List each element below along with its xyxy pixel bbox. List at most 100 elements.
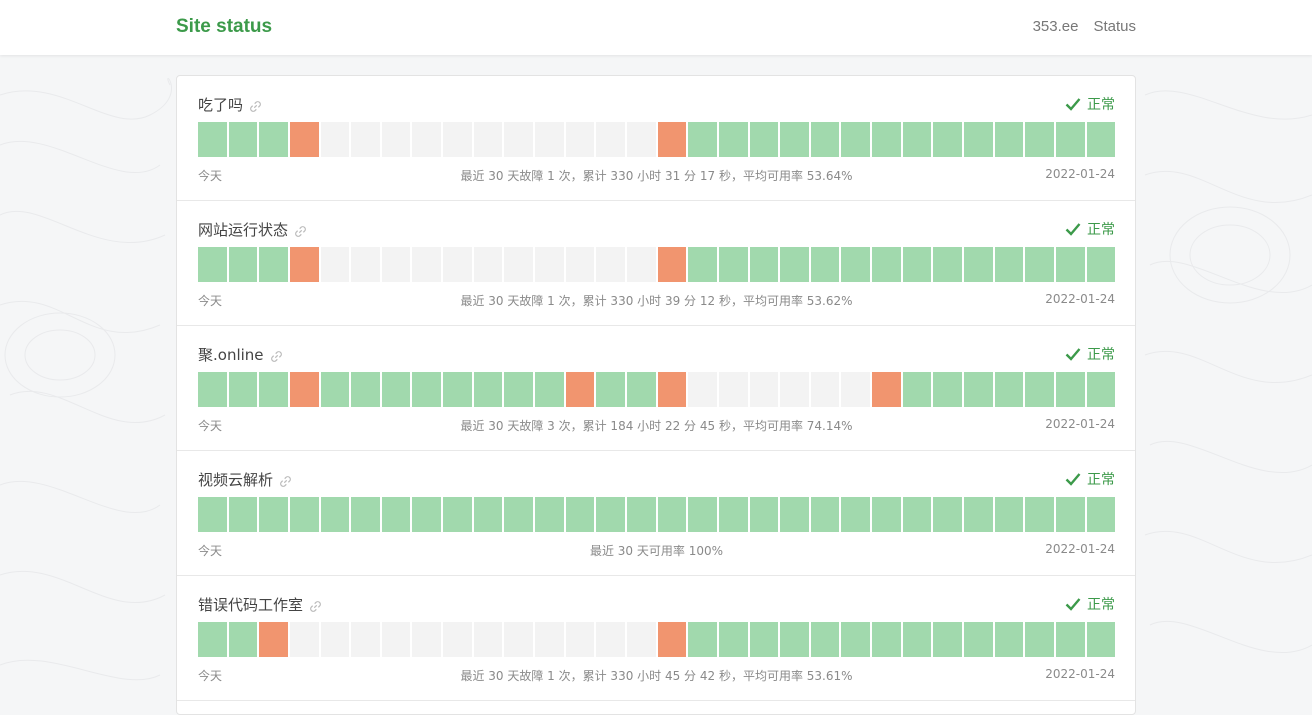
uptime-bar-none[interactable] bbox=[535, 122, 564, 157]
uptime-bar-none[interactable] bbox=[351, 122, 380, 157]
uptime-bar-up[interactable] bbox=[780, 247, 809, 282]
uptime-bar-up[interactable] bbox=[749, 247, 779, 282]
uptime-bar-up[interactable] bbox=[718, 247, 748, 282]
uptime-bar-up[interactable] bbox=[964, 622, 993, 657]
uptime-bar-up[interactable] bbox=[289, 497, 319, 532]
uptime-bar-up[interactable] bbox=[1086, 122, 1116, 157]
uptime-bar-up[interactable] bbox=[718, 622, 748, 657]
uptime-bar-up[interactable] bbox=[320, 497, 350, 532]
uptime-bar-none[interactable] bbox=[320, 247, 350, 282]
uptime-bar-none[interactable] bbox=[596, 247, 625, 282]
uptime-bar-up[interactable] bbox=[198, 622, 227, 657]
uptime-bar-none[interactable] bbox=[381, 622, 411, 657]
uptime-bar-up[interactable] bbox=[810, 622, 840, 657]
uptime-bar-up[interactable] bbox=[1055, 497, 1085, 532]
uptime-bar-none[interactable] bbox=[320, 622, 350, 657]
uptime-bar-none[interactable] bbox=[412, 122, 442, 157]
link-icon[interactable] bbox=[270, 349, 283, 362]
uptime-bar-none[interactable] bbox=[565, 247, 595, 282]
uptime-bar-none[interactable] bbox=[443, 122, 472, 157]
uptime-bar-up[interactable] bbox=[872, 247, 901, 282]
uptime-bar-up[interactable] bbox=[443, 372, 472, 407]
uptime-bar-up[interactable] bbox=[351, 372, 380, 407]
uptime-bar-up[interactable] bbox=[933, 372, 963, 407]
uptime-bar-none[interactable] bbox=[443, 622, 472, 657]
uptime-bar-up[interactable] bbox=[964, 122, 993, 157]
uptime-bar-up[interactable] bbox=[994, 122, 1024, 157]
uptime-bar-none[interactable] bbox=[596, 622, 625, 657]
uptime-bar-up[interactable] bbox=[381, 372, 411, 407]
uptime-bar-up[interactable] bbox=[504, 497, 534, 532]
uptime-bar-down[interactable] bbox=[657, 622, 687, 657]
uptime-bar-up[interactable] bbox=[688, 622, 717, 657]
uptime-bar-up[interactable] bbox=[1055, 122, 1085, 157]
link-icon[interactable] bbox=[294, 224, 307, 237]
uptime-bar-up[interactable] bbox=[688, 497, 717, 532]
uptime-bar-down[interactable] bbox=[289, 247, 319, 282]
uptime-bar-none[interactable] bbox=[412, 622, 442, 657]
uptime-bar-up[interactable] bbox=[933, 247, 963, 282]
uptime-bar-up[interactable] bbox=[902, 497, 932, 532]
uptime-bar-up[interactable] bbox=[964, 372, 993, 407]
uptime-bar-none[interactable] bbox=[289, 622, 319, 657]
link-icon[interactable] bbox=[249, 99, 262, 112]
uptime-bar-up[interactable] bbox=[1055, 372, 1085, 407]
uptime-bar-none[interactable] bbox=[381, 247, 411, 282]
uptime-bar-up[interactable] bbox=[933, 497, 963, 532]
uptime-bar-up[interactable] bbox=[933, 622, 963, 657]
uptime-bar-up[interactable] bbox=[504, 372, 534, 407]
uptime-bar-down[interactable] bbox=[657, 247, 687, 282]
uptime-bar-up[interactable] bbox=[1025, 122, 1054, 157]
uptime-bar-up[interactable] bbox=[1055, 247, 1085, 282]
link-icon[interactable] bbox=[279, 474, 292, 487]
uptime-bar-up[interactable] bbox=[259, 247, 288, 282]
uptime-bar-up[interactable] bbox=[994, 497, 1024, 532]
uptime-bar-none[interactable] bbox=[565, 622, 595, 657]
uptime-bar-up[interactable] bbox=[198, 247, 227, 282]
uptime-bar-up[interactable] bbox=[749, 622, 779, 657]
uptime-bar-up[interactable] bbox=[810, 122, 840, 157]
uptime-bar-up[interactable] bbox=[228, 372, 258, 407]
uptime-bar-up[interactable] bbox=[1025, 497, 1054, 532]
uptime-bar-up[interactable] bbox=[780, 497, 809, 532]
uptime-bar-up[interactable] bbox=[228, 497, 258, 532]
uptime-bar-none[interactable] bbox=[718, 372, 748, 407]
uptime-bar-up[interactable] bbox=[657, 497, 687, 532]
uptime-bar-up[interactable] bbox=[565, 497, 595, 532]
nav-link-status[interactable]: Status bbox=[1093, 18, 1136, 35]
uptime-bar-up[interactable] bbox=[320, 372, 350, 407]
uptime-bar-up[interactable] bbox=[259, 372, 288, 407]
uptime-bar-up[interactable] bbox=[872, 122, 901, 157]
uptime-bar-none[interactable] bbox=[626, 247, 656, 282]
uptime-bar-up[interactable] bbox=[994, 622, 1024, 657]
uptime-bar-up[interactable] bbox=[473, 372, 503, 407]
uptime-bar-up[interactable] bbox=[259, 497, 288, 532]
uptime-bar-up[interactable] bbox=[718, 497, 748, 532]
uptime-bar-up[interactable] bbox=[688, 247, 717, 282]
uptime-bar-up[interactable] bbox=[535, 372, 564, 407]
uptime-bar-none[interactable] bbox=[780, 372, 809, 407]
uptime-bar-up[interactable] bbox=[749, 497, 779, 532]
uptime-bar-down[interactable] bbox=[565, 372, 595, 407]
uptime-bar-up[interactable] bbox=[1086, 497, 1116, 532]
uptime-bar-none[interactable] bbox=[688, 372, 717, 407]
uptime-bar-up[interactable] bbox=[596, 497, 625, 532]
uptime-bar-up[interactable] bbox=[964, 497, 993, 532]
uptime-bar-none[interactable] bbox=[504, 122, 534, 157]
uptime-bar-up[interactable] bbox=[381, 497, 411, 532]
uptime-bar-down[interactable] bbox=[289, 122, 319, 157]
uptime-bar-up[interactable] bbox=[259, 122, 288, 157]
uptime-bar-up[interactable] bbox=[872, 497, 901, 532]
nav-link-353ee[interactable]: 353.ee bbox=[1033, 18, 1079, 35]
uptime-bar-none[interactable] bbox=[535, 622, 564, 657]
uptime-bar-none[interactable] bbox=[504, 247, 534, 282]
uptime-bar-none[interactable] bbox=[412, 247, 442, 282]
uptime-bar-none[interactable] bbox=[596, 122, 625, 157]
uptime-bar-none[interactable] bbox=[351, 247, 380, 282]
uptime-bar-none[interactable] bbox=[626, 122, 656, 157]
uptime-bar-up[interactable] bbox=[994, 247, 1024, 282]
uptime-bar-up[interactable] bbox=[198, 122, 227, 157]
uptime-bar-none[interactable] bbox=[473, 622, 503, 657]
uptime-bar-none[interactable] bbox=[841, 372, 871, 407]
uptime-bar-up[interactable] bbox=[902, 122, 932, 157]
